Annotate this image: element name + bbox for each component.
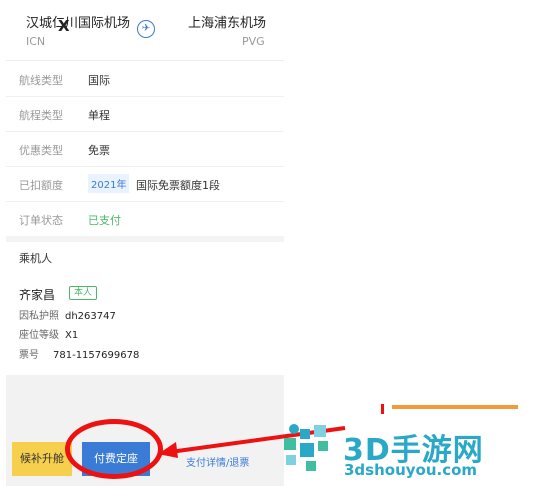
detail-label: 航程类型 bbox=[19, 109, 63, 122]
watermark: 3D手游网 3dshouyou.com bbox=[280, 405, 534, 486]
route-header: 汉城仁川国际机场 ICN X ✈ 上海浦东机场 PVG bbox=[6, 0, 284, 61]
watermark-url: 3dshouyou.com bbox=[344, 461, 478, 479]
arrival-code: PVG bbox=[242, 35, 265, 48]
detail-value: 免票 bbox=[88, 144, 110, 157]
annotation-circle bbox=[65, 419, 163, 479]
detail-label: 优惠类型 bbox=[19, 144, 63, 157]
self-badge: 本人 bbox=[69, 286, 98, 300]
detail-value: 单程 bbox=[88, 109, 110, 122]
section-divider bbox=[6, 236, 284, 242]
departure-city: 汉城仁川国际机场 bbox=[26, 16, 131, 31]
passenger-section-title: 乘机人 bbox=[19, 252, 52, 265]
arrival-city: 上海浦东机场 bbox=[188, 16, 267, 31]
year-tag: 2021年 bbox=[88, 174, 130, 193]
seat-label: 座位等级 bbox=[19, 330, 59, 341]
detail-label: 订单状态 bbox=[19, 214, 63, 227]
detail-row-order-status: 订单状态 已支付 bbox=[6, 201, 284, 237]
detail-label: 航线类型 bbox=[19, 74, 63, 87]
seat-value: X1 bbox=[65, 330, 79, 341]
passport-line: 因私护照 dh263747 bbox=[19, 307, 116, 322]
detail-value: 国际免票额度1段 bbox=[136, 179, 220, 192]
departure-code: ICN bbox=[26, 35, 46, 48]
passport-value: dh263747 bbox=[65, 311, 116, 322]
status-paid: 已支付 bbox=[88, 214, 121, 227]
ticket-line: 票号 781-1157699678 bbox=[19, 346, 139, 361]
detail-row-route-type: 航线类型 国际 bbox=[6, 61, 284, 97]
passport-label: 因私护照 bbox=[19, 311, 59, 322]
watermark-logo-icon bbox=[284, 424, 328, 471]
ticket-label: 票号 bbox=[19, 350, 39, 361]
seat-line: 座位等级 X1 bbox=[19, 326, 78, 341]
detail-value: 国际 bbox=[88, 74, 110, 87]
detail-label: 已扣额度 bbox=[19, 179, 63, 192]
ticket-value: 781-1157699678 bbox=[53, 350, 140, 361]
passenger-name: 齐家昌 bbox=[19, 288, 56, 302]
detail-row-deducted-quota: 已扣额度 2021年 国际免票额度1段 bbox=[6, 166, 284, 202]
plane-icon: ✈ bbox=[137, 20, 155, 38]
x-mark: X bbox=[58, 17, 70, 35]
detail-row-trip-type: 航程类型 单程 bbox=[6, 96, 284, 132]
upgrade-waitlist-button[interactable]: 候补升舱 bbox=[12, 442, 72, 476]
detail-row-discount-type: 优惠类型 免票 bbox=[6, 131, 284, 167]
